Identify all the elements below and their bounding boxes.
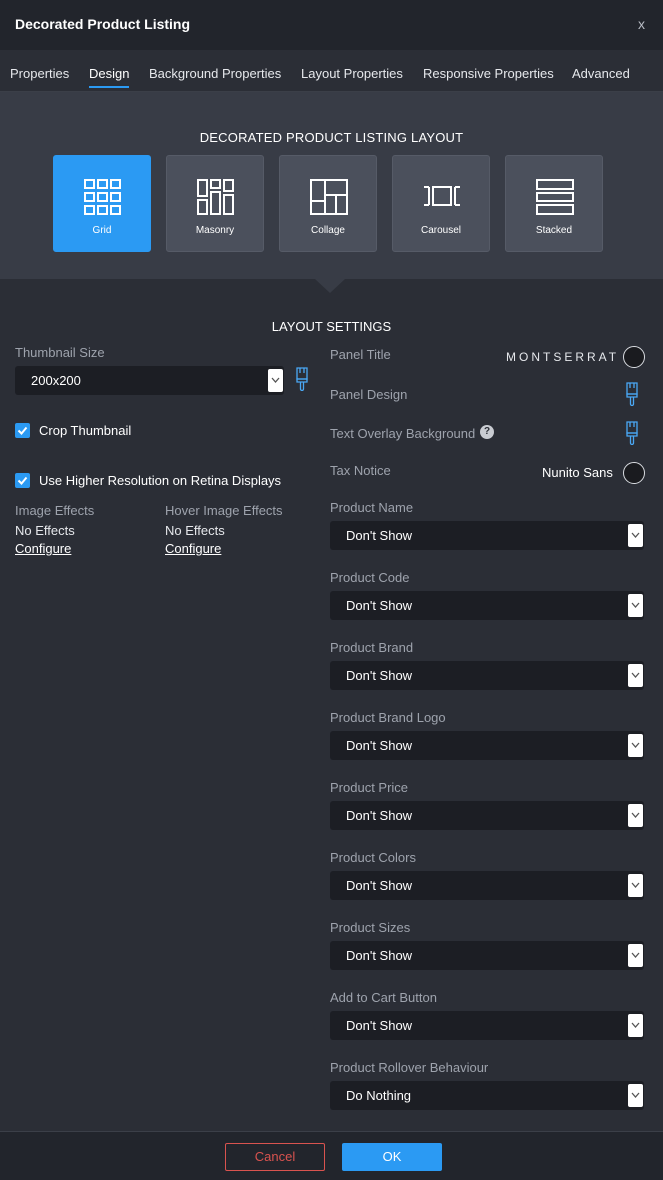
image-effects-value: No Effects — [15, 523, 75, 538]
field-label-rollover-behaviour: Product Rollover Behaviour — [330, 1060, 489, 1075]
carousel-icon — [424, 186, 460, 206]
hover-effects-configure-link[interactable]: Configure — [165, 541, 221, 556]
chevron-down-icon — [268, 369, 283, 392]
chevron-down-icon — [628, 944, 643, 967]
crop-thumbnail-label[interactable]: Crop Thumbnail — [39, 423, 131, 438]
tab-design[interactable]: Design — [89, 66, 129, 81]
field-select-rollover-behaviour[interactable]: Do Nothing — [330, 1081, 644, 1110]
close-icon[interactable]: x — [638, 16, 645, 32]
tab-responsive-properties[interactable]: Responsive Properties — [423, 66, 554, 81]
select-value: Don't Show — [346, 528, 413, 543]
dialog-footer: Cancel OK — [0, 1131, 663, 1180]
layout-option-label: Stacked — [535, 225, 573, 236]
layout-option-stacked[interactable]: Stacked — [505, 155, 603, 252]
collage-icon — [310, 179, 348, 215]
tax-notice-color-swatch[interactable] — [623, 462, 645, 484]
tab-advanced[interactable]: Advanced — [572, 66, 630, 81]
chevron-down-icon — [628, 664, 643, 687]
thumbnail-size-label: Thumbnail Size — [15, 345, 105, 360]
chevron-down-icon — [628, 524, 643, 547]
grid-icon — [84, 179, 121, 215]
field-select-add-to-cart[interactable]: Don't Show — [330, 1011, 644, 1040]
chevron-down-icon — [628, 594, 643, 617]
paintbrush-icon[interactable] — [625, 421, 639, 445]
field-label-product-code: Product Code — [330, 570, 410, 585]
tab-layout-properties[interactable]: Layout Properties — [301, 66, 403, 81]
field-select-product-sizes[interactable]: Don't Show — [330, 941, 644, 970]
field-label-product-brand: Product Brand — [330, 640, 414, 655]
tab-properties[interactable]: Properties — [10, 66, 69, 81]
cancel-button[interactable]: Cancel — [225, 1143, 325, 1171]
select-value: Don't Show — [346, 668, 413, 683]
field-label-product-sizes: Product Sizes — [330, 920, 411, 935]
help-icon[interactable]: ? — [480, 425, 494, 439]
chevron-down-icon — [628, 874, 643, 897]
layout-option-label: Grid — [92, 225, 112, 236]
select-value: Do Nothing — [346, 1088, 412, 1103]
field-select-product-brand-logo[interactable]: Don't Show — [330, 731, 644, 760]
select-value: Don't Show — [346, 738, 413, 753]
tab-background-properties[interactable]: Background Properties — [149, 66, 281, 81]
thumbnail-size-select[interactable]: 200x200 — [15, 366, 284, 395]
layout-option-collage[interactable]: Collage — [279, 155, 377, 252]
chevron-down-icon — [628, 1014, 643, 1037]
select-value: Don't Show — [346, 948, 413, 963]
active-tab-indicator — [89, 86, 129, 88]
crop-thumbnail-checkbox[interactable] — [15, 423, 30, 438]
chevron-down-icon — [628, 734, 643, 757]
chevron-down-icon — [628, 1084, 643, 1107]
image-effects-label: Image Effects — [15, 503, 95, 518]
field-label-product-name: Product Name — [330, 500, 414, 515]
retina-label[interactable]: Use Higher Resolution on Retina Displays — [39, 473, 281, 488]
field-select-product-name[interactable]: Don't Show — [330, 521, 644, 550]
select-value: Don't Show — [346, 598, 413, 613]
layout-option-label: Masonry — [195, 225, 235, 236]
chevron-down-icon — [628, 804, 643, 827]
thumbnail-size-value: 200x200 — [31, 373, 81, 388]
select-value: Don't Show — [346, 808, 413, 823]
paintbrush-icon[interactable] — [295, 367, 309, 391]
field-label-add-to-cart: Add to Cart Button — [330, 990, 437, 1005]
hover-effects-value: No Effects — [165, 523, 225, 538]
field-select-product-price[interactable]: Don't Show — [330, 801, 644, 830]
layout-option-carousel[interactable]: Carousel — [392, 155, 490, 252]
tax-notice-label: Tax Notice — [330, 463, 391, 478]
dialog-title: Decorated Product Listing — [15, 16, 191, 32]
field-label-product-colors: Product Colors — [330, 850, 416, 865]
select-value: Don't Show — [346, 878, 413, 893]
panel-title-color-swatch[interactable] — [623, 346, 645, 368]
selected-layout-pointer — [315, 279, 345, 293]
ok-button[interactable]: OK — [342, 1143, 442, 1171]
layout-option-masonry[interactable]: Masonry — [166, 155, 264, 252]
field-label-product-price: Product Price — [330, 780, 409, 795]
field-select-product-brand[interactable]: Don't Show — [330, 661, 644, 690]
retina-checkbox[interactable] — [15, 473, 30, 488]
select-value: Don't Show — [346, 1018, 413, 1033]
text-overlay-label: Text Overlay Background — [330, 426, 476, 441]
field-select-product-code[interactable]: Don't Show — [330, 591, 644, 620]
field-select-product-colors[interactable]: Don't Show — [330, 871, 644, 900]
panel-title-label: Panel Title — [330, 347, 391, 362]
layout-settings-title: LAYOUT SETTINGS — [271, 319, 392, 334]
layout-option-grid[interactable]: Grid — [53, 155, 151, 252]
masonry-icon — [197, 179, 234, 215]
layout-picker-title: DECORATED PRODUCT LISTING LAYOUT — [199, 130, 464, 145]
hover-effects-label: Hover Image Effects — [165, 503, 283, 518]
panel-title-font[interactable]: MONTSERRAT — [506, 350, 619, 364]
image-effects-configure-link[interactable]: Configure — [15, 541, 71, 556]
dialog-titlebar: Decorated Product Listing x — [0, 0, 663, 50]
layout-option-label: Collage — [311, 225, 345, 236]
field-label-product-brand-logo: Product Brand Logo — [330, 710, 446, 725]
paintbrush-icon[interactable] — [625, 382, 639, 406]
stacked-icon — [536, 179, 574, 215]
panel-design-label: Panel Design — [330, 387, 408, 402]
layout-option-label: Carousel — [420, 225, 462, 236]
tax-notice-font[interactable]: Nunito Sans — [542, 465, 613, 480]
